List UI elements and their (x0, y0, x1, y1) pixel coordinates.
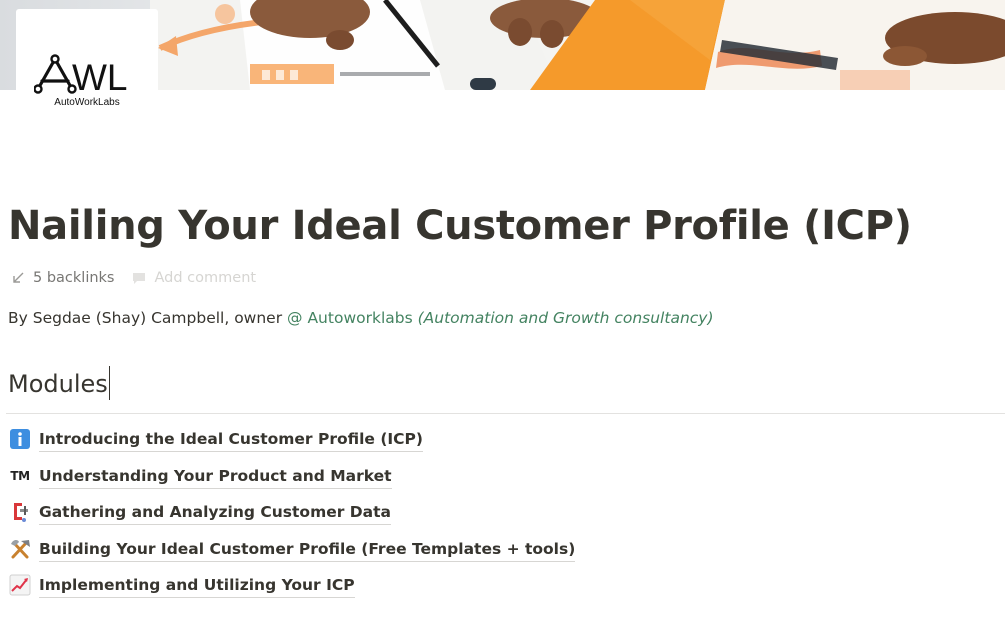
backlinks-button[interactable]: 5 backlinks (11, 270, 115, 286)
module-link-introducing-icp[interactable]: Introducing the Ideal Customer Profile (… (9, 428, 575, 465)
divider (6, 413, 1005, 414)
modules-heading[interactable]: Modules (8, 366, 111, 400)
awl-logo-mark: WL (34, 54, 128, 95)
module-list: Introducing the Ideal Customer Profile (… (9, 428, 576, 611)
comment-icon (132, 272, 145, 284)
arrow-down-left-icon (13, 272, 24, 283)
module-link-implementing-icp[interactable]: Implementing and Utilizing Your ICP (9, 574, 575, 611)
module-label: Gathering and Analyzing Customer Data (39, 501, 391, 525)
modules-heading-text: Modules (8, 370, 108, 398)
module-link-product-market[interactable]: TM Understanding Your Product and Market (9, 465, 575, 502)
add-comment-button[interactable]: Add comment (131, 270, 257, 286)
autoworklabs-mention-link[interactable]: @ Autoworklabs (287, 309, 413, 327)
clamp-icon (9, 501, 31, 523)
text-cursor (108, 366, 111, 400)
module-link-building-icp[interactable]: Building Your Ideal Customer Profile (Fr… (9, 538, 576, 575)
workspace-logo[interactable]: WL AutoWorkLabs (16, 9, 158, 127)
author-byline: By Segdae (Shay) Campbell, owner @ Autow… (8, 309, 714, 327)
page-title[interactable]: Nailing Your Ideal Customer Profile (ICP… (8, 203, 912, 249)
logo-caption: AutoWorkLabs (54, 97, 120, 108)
add-comment-label: Add comment (154, 270, 257, 286)
module-label: Understanding Your Product and Market (39, 465, 392, 489)
trademark-icon: TM (10, 468, 30, 483)
module-label: Building Your Ideal Customer Profile (Fr… (39, 538, 576, 562)
module-label: Introducing the Ideal Customer Profile (… (39, 428, 423, 452)
logo-mark-text: WL (72, 57, 128, 95)
byline-prefix: By Segdae (Shay) Campbell, owner (8, 309, 288, 327)
backlinks-label: 5 backlinks (33, 270, 115, 286)
module-label: Implementing and Utilizing Your ICP (39, 574, 355, 598)
hammer-and-pick-icon (9, 538, 31, 560)
page-meta-row: 5 backlinks Add comment (11, 267, 256, 289)
chart-increasing-icon (9, 574, 31, 596)
information-icon (9, 428, 31, 450)
byline-note: (Automation and Growth consultancy) (417, 309, 714, 327)
module-link-customer-data[interactable]: Gathering and Analyzing Customer Data (9, 501, 575, 538)
